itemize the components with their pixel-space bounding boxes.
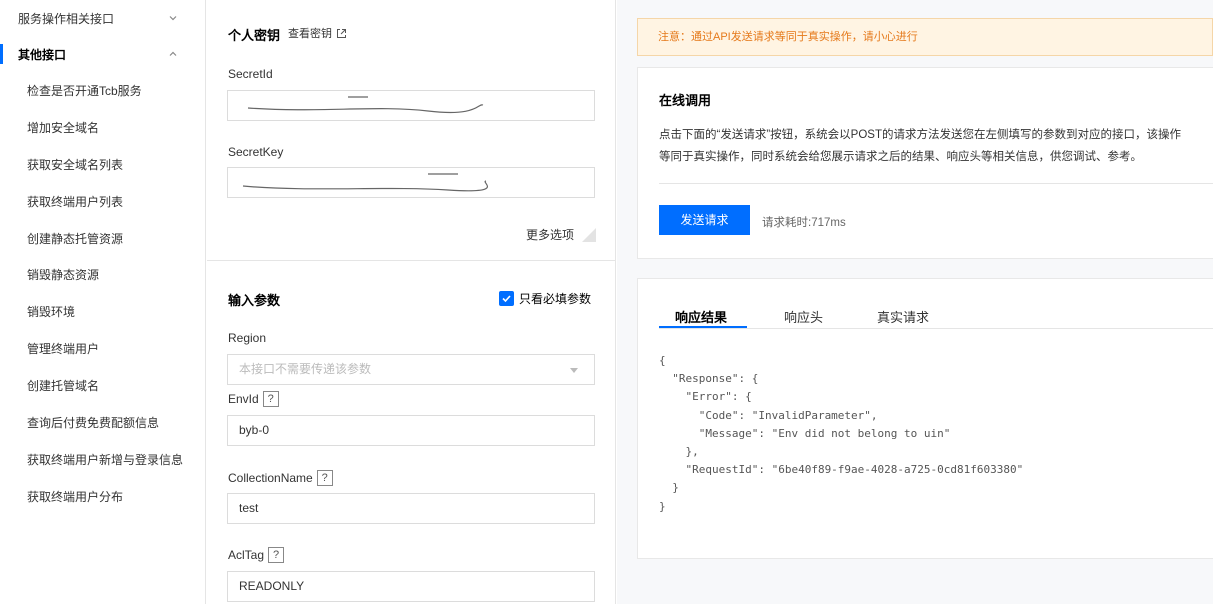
- tab-real-request[interactable]: 真实请求: [877, 307, 929, 326]
- redacted-scribble-icon: [247, 96, 484, 114]
- online-call-description: 点击下面的“发送请求”按钮，系统会以POST的请求方法发送您在左侧填写的参数到对…: [659, 129, 1181, 163]
- more-options-toggle[interactable]: 更多选项: [526, 226, 597, 243]
- required-only-checkbox[interactable]: 只看必填参数: [499, 290, 591, 307]
- collection-input[interactable]: test: [227, 493, 595, 524]
- region-placeholder: 本接口不需要传递该参数: [239, 362, 372, 376]
- help-icon[interactable]: ?: [316, 470, 333, 486]
- acltag-label: AclTag ?: [228, 547, 285, 563]
- response-card: 响应结果 响应头 真实请求 { "Response": { "Error": {…: [637, 278, 1213, 559]
- sidebar-item[interactable]: 获取安全域名列表: [27, 155, 123, 175]
- sidebar-item[interactable]: 创建托管域名: [27, 376, 99, 396]
- secretkey-label: SecretKey: [228, 145, 284, 159]
- redacted-scribble-icon: [242, 173, 488, 192]
- external-link-icon: [337, 28, 346, 38]
- active-indicator: [0, 44, 3, 64]
- region-label: Region: [228, 331, 267, 345]
- envid-label: EnvId ?: [228, 391, 279, 407]
- sidebar-item[interactable]: 增加安全域名: [27, 118, 99, 138]
- send-request-button[interactable]: 发送请求: [659, 205, 750, 235]
- acltag-input[interactable]: READONLY: [227, 571, 595, 602]
- keys-title: 个人密钥: [228, 28, 281, 43]
- request-elapsed-time: 请求耗时:717ms: [762, 217, 846, 229]
- chevron-down-icon: [169, 16, 177, 21]
- tab-response-result[interactable]: 响应结果: [675, 307, 727, 326]
- view-keys-label: 查看密钥: [288, 28, 332, 40]
- more-options-label: 更多选项: [526, 228, 575, 242]
- warning-notice: 注意：通过API发送请求等同于真实操作，请小心进行: [637, 18, 1213, 56]
- sidebar-item[interactable]: 获取终端用户分布: [27, 487, 123, 507]
- secretkey-input[interactable]: [227, 167, 595, 198]
- params-panel: 个人密钥 查看密钥 SecretId SecretKey 更多选项 输入参数 只…: [207, 0, 616, 604]
- corner-triangle-icon: [582, 227, 597, 242]
- sidebar-item[interactable]: 查询后付费免费配额信息: [27, 413, 159, 433]
- sidebar: 服务操作相关接口 其他接口 检查是否开通Tcb服务 增加安全域名 获取安全域名列…: [0, 0, 206, 604]
- envid-input[interactable]: byb-0: [227, 415, 595, 446]
- region-select[interactable]: 本接口不需要传递该参数: [227, 354, 595, 385]
- sidebar-group-other[interactable]: 其他接口: [0, 41, 206, 67]
- sidebar-item[interactable]: 检查是否开通Tcb服务: [27, 81, 142, 101]
- sidebar-group-label: 服务操作相关接口: [18, 11, 115, 26]
- help-icon[interactable]: ?: [262, 391, 279, 407]
- collection-label: CollectionName ?: [228, 470, 333, 486]
- sidebar-item[interactable]: 管理终端用户: [27, 339, 99, 359]
- secretid-input[interactable]: [227, 90, 595, 121]
- view-keys-link[interactable]: 查看密钥: [288, 25, 347, 41]
- sidebar-item[interactable]: 销毁静态资源: [27, 265, 99, 285]
- sidebar-item[interactable]: 销毁环境: [27, 302, 75, 322]
- sidebar-group-label: 其他接口: [18, 47, 67, 62]
- checkbox-checked-icon: [499, 291, 514, 306]
- sidebar-item[interactable]: 创建静态托管资源: [27, 229, 123, 249]
- caret-down-icon: [570, 368, 578, 373]
- secretid-label: SecretId: [228, 67, 273, 81]
- response-json: { "Response": { "Error": { "Code": "Inva…: [659, 354, 1024, 513]
- sidebar-item[interactable]: 获取终端用户新增与登录信息: [27, 450, 183, 470]
- online-call-card: 在线调用 点击下面的“发送请求”按钮，系统会以POST的请求方法发送您在左侧填写…: [637, 67, 1213, 259]
- divider: [659, 183, 1213, 184]
- online-call-title: 在线调用: [659, 93, 712, 108]
- sidebar-group-service-ops[interactable]: 服务操作相关接口: [0, 5, 206, 31]
- required-only-label: 只看必填参数: [519, 292, 592, 306]
- params-title: 输入参数: [228, 293, 281, 308]
- tab-response-headers[interactable]: 响应头: [784, 307, 823, 326]
- chevron-up-icon: [169, 51, 177, 56]
- divider: [659, 328, 1213, 329]
- help-icon[interactable]: ?: [268, 547, 285, 563]
- divider: [207, 260, 616, 261]
- sidebar-item[interactable]: 获取终端用户列表: [27, 192, 123, 212]
- result-panel: 注意：通过API发送请求等同于真实操作，请小心进行 在线调用 点击下面的“发送请…: [617, 0, 1213, 604]
